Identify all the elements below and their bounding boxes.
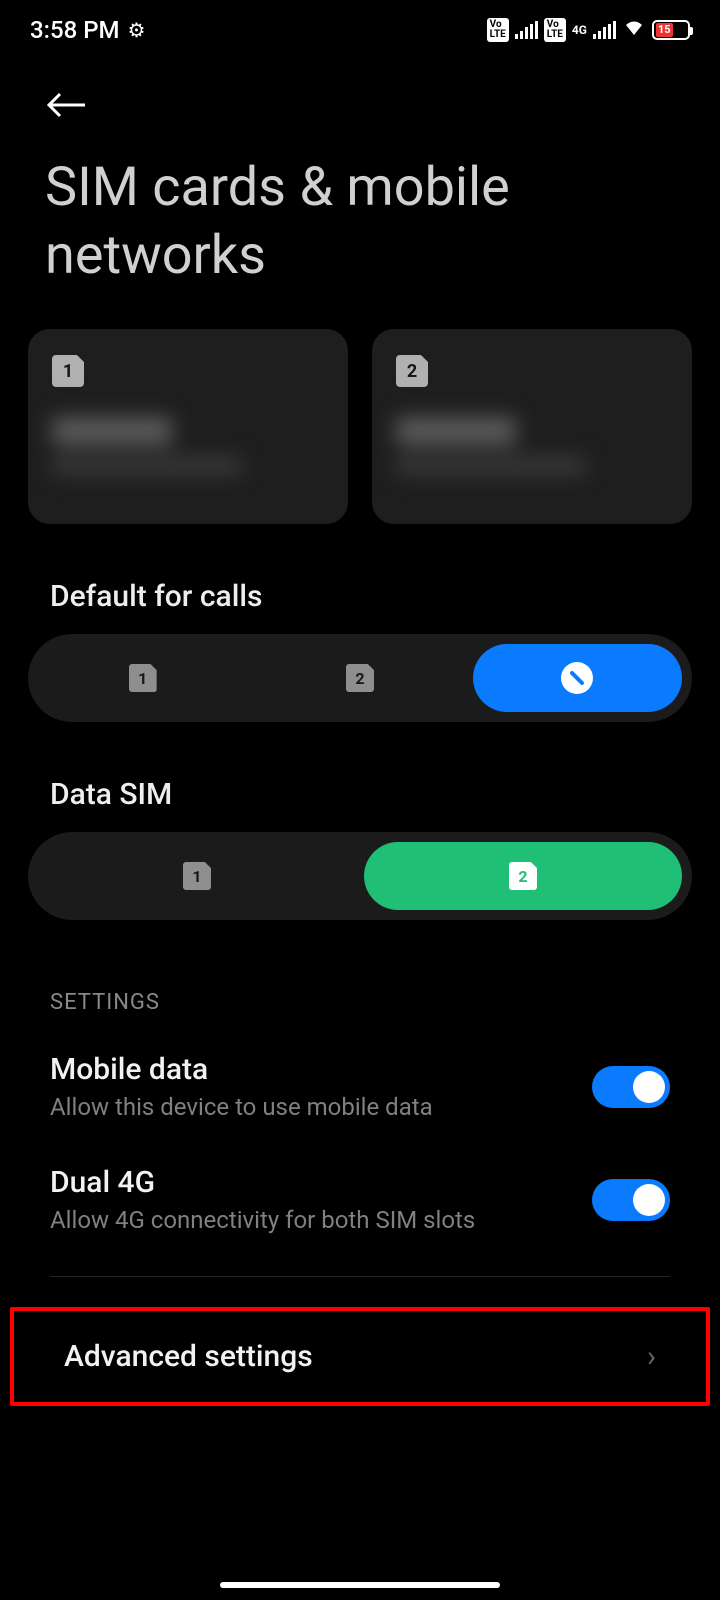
status-bar: 3:58 PM ⚙ VoLTE VoLTE 4G 15: [0, 0, 720, 60]
sim-info-redacted-1: [52, 417, 324, 475]
advanced-settings-title: Advanced settings: [64, 1339, 313, 1374]
advanced-settings-row[interactable]: Advanced settings ›: [10, 1307, 710, 1406]
signal-icon-2: [593, 21, 616, 39]
mobile-data-title: Mobile data: [50, 1052, 572, 1087]
default-calls-selector: 1 2: [28, 634, 692, 722]
sim-card-1[interactable]: 1: [28, 329, 348, 524]
sim-card-2[interactable]: 2: [372, 329, 692, 524]
data-sim-1[interactable]: 1: [38, 842, 356, 910]
sim-icon-2: 2: [509, 862, 537, 890]
battery-icon: 15: [652, 20, 690, 40]
mobile-data-toggle[interactable]: [592, 1066, 670, 1108]
network-type-label: 4G: [572, 23, 587, 37]
sim-icon-2: 2: [346, 664, 374, 692]
sim-chip-icon-1: 1: [52, 355, 84, 387]
default-calls-sim1[interactable]: 1: [38, 644, 247, 712]
dual-4g-sub: Allow 4G connectivity for both SIM slots: [50, 1206, 572, 1234]
data-sim-label: Data SIM: [0, 722, 720, 832]
signal-icon-1: [515, 21, 538, 39]
volte-badge-2: VoLTE: [544, 18, 566, 42]
battery-level: 15: [656, 23, 673, 37]
default-calls-ask[interactable]: [473, 644, 682, 712]
volte-badge-1: VoLTE: [487, 18, 509, 42]
gear-icon: ⚙: [128, 18, 146, 42]
status-time: 3:58 PM: [30, 16, 120, 44]
data-sim-selector: 1 2: [28, 832, 692, 920]
back-button[interactable]: [0, 60, 720, 134]
chevron-right-icon: ›: [647, 1339, 656, 1374]
settings-section-header: SETTINGS: [0, 920, 720, 1030]
wifi-icon: [622, 17, 646, 43]
arrow-left-icon: [45, 90, 89, 120]
dual-4g-row[interactable]: Dual 4G Allow 4G connectivity for both S…: [0, 1143, 720, 1256]
mobile-data-sub: Allow this device to use mobile data: [50, 1093, 572, 1121]
sim-icon-1: 1: [129, 664, 157, 692]
home-indicator[interactable]: [220, 1582, 500, 1588]
divider: [50, 1276, 670, 1277]
mobile-data-row[interactable]: Mobile data Allow this device to use mob…: [0, 1030, 720, 1143]
default-calls-label: Default for calls: [0, 524, 720, 634]
not-set-icon: [561, 662, 593, 694]
dual-4g-toggle[interactable]: [592, 1179, 670, 1221]
dual-4g-title: Dual 4G: [50, 1165, 572, 1200]
default-calls-sim2[interactable]: 2: [255, 644, 464, 712]
data-sim-2[interactable]: 2: [364, 842, 682, 910]
sim-info-redacted-2: [396, 417, 668, 475]
sim-chip-icon-2: 2: [396, 355, 428, 387]
page-title: SIM cards & mobile networks: [0, 134, 720, 329]
sim-icon-1: 1: [183, 862, 211, 890]
